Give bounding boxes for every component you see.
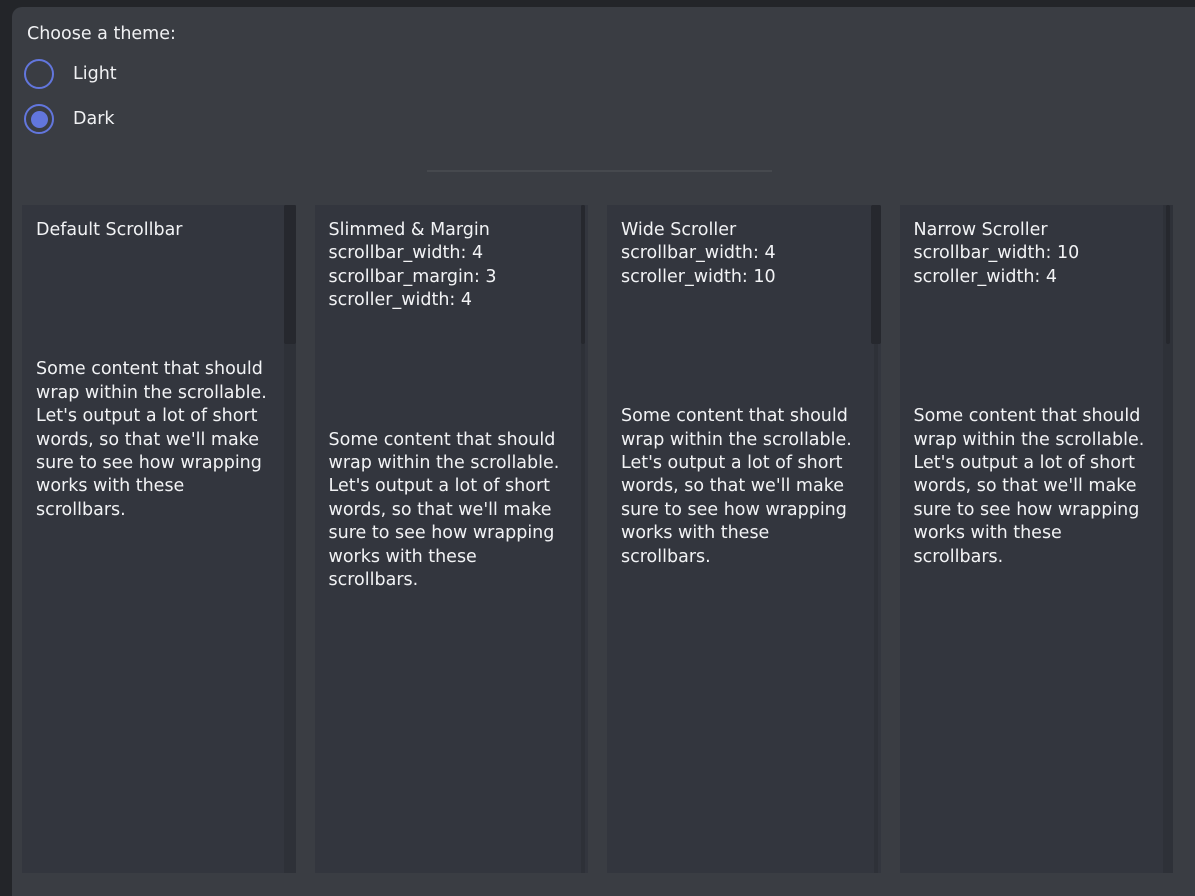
spacer <box>621 289 855 405</box>
radio-option-dark[interactable]: Dark <box>24 104 115 134</box>
panel-paragraph: Some content that should wrap within the… <box>329 429 563 593</box>
panel-title: Wide Scroller <box>621 219 855 242</box>
divider <box>427 170 772 172</box>
scrollbar-thumb[interactable] <box>284 205 296 344</box>
radio-option-light-label: Light <box>73 64 117 84</box>
panel-title: Narrow Scroller <box>914 219 1148 242</box>
radio-dot <box>31 111 48 128</box>
panel-content: Narrow Scroller scrollbar_width: 10 scro… <box>900 205 1174 569</box>
config-line: scroller_width: 4 <box>914 266 1148 289</box>
radio-selected-icon[interactable] <box>24 104 54 134</box>
radio-unselected-icon[interactable] <box>24 59 54 89</box>
scrollbar-thumb[interactable] <box>871 205 881 344</box>
radio-option-dark-label: Dark <box>73 109 115 129</box>
panel-paragraph: Some content that should wrap within the… <box>914 405 1148 569</box>
spacer <box>329 313 563 429</box>
panels-row: Default Scrollbar Some content that shou… <box>22 205 1173 873</box>
config-line: scrollbar_width: 10 <box>914 242 1148 265</box>
theme-chooser-label: Choose a theme: <box>27 24 176 44</box>
scrollbar-thumb[interactable] <box>1166 205 1170 344</box>
config-line: scroller_width: 10 <box>621 266 855 289</box>
spacer <box>914 289 1148 405</box>
panel-paragraph: Some content that should wrap within the… <box>621 405 855 569</box>
panel-content: Default Scrollbar Some content that shou… <box>22 205 296 522</box>
panel-default-scrollbar[interactable]: Default Scrollbar Some content that shou… <box>22 205 296 873</box>
panel-paragraph: Some content that should wrap within the… <box>36 358 270 522</box>
panel-narrow-scroller[interactable]: Narrow Scroller scrollbar_width: 10 scro… <box>900 205 1174 873</box>
panel-wide-scroller[interactable]: Wide Scroller scrollbar_width: 4 scrolle… <box>607 205 881 873</box>
panel-title: Slimmed & Margin <box>329 219 563 242</box>
radio-option-light[interactable]: Light <box>24 59 117 89</box>
config-line: scrollbar_margin: 3 <box>329 266 563 289</box>
panel-title: Default Scrollbar <box>36 219 270 242</box>
scrollbar-thumb[interactable] <box>581 205 585 344</box>
config-line: scrollbar_width: 4 <box>621 242 855 265</box>
spacer <box>36 242 270 358</box>
config-line: scroller_width: 4 <box>329 289 563 312</box>
panel-content: Wide Scroller scrollbar_width: 4 scrolle… <box>607 205 881 569</box>
panel-content: Slimmed & Margin scrollbar_width: 4 scro… <box>315 205 589 592</box>
app-window: Choose a theme: Light Dark Default Scrol… <box>12 7 1195 896</box>
config-line: scrollbar_width: 4 <box>329 242 563 265</box>
panel-slimmed-margin[interactable]: Slimmed & Margin scrollbar_width: 4 scro… <box>315 205 589 873</box>
